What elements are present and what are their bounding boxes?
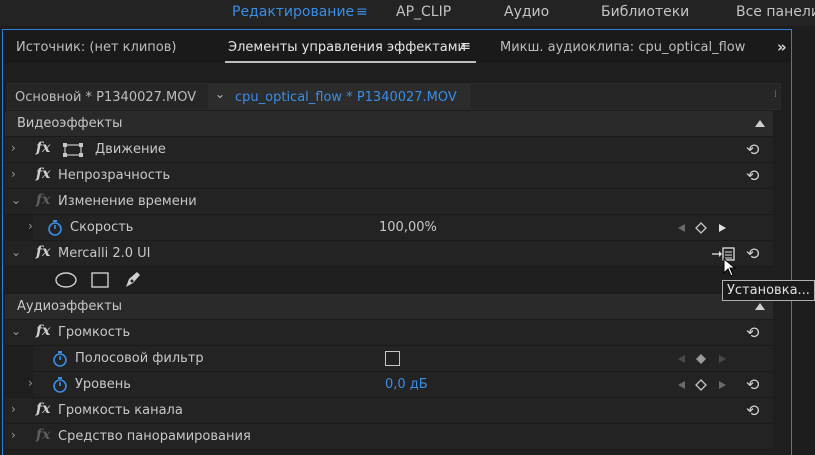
chevron-down-icon[interactable]: ⌄ — [11, 324, 21, 338]
time-remapping-label: Изменение времени — [58, 194, 197, 209]
grip-icon[interactable]: ⁞ — [774, 89, 777, 100]
transform-box-icon[interactable] — [63, 143, 85, 157]
active-tab-indicator — [225, 61, 476, 63]
audio-effects-header[interactable]: Аудиоэффекты — [5, 294, 773, 320]
speed-value[interactable]: 100,00% — [379, 220, 437, 235]
fx-icon[interactable]: fx — [36, 244, 50, 260]
hamburger-icon[interactable]: ≡ — [460, 39, 471, 54]
chevron-right-icon[interactable]: › — [28, 219, 33, 233]
speed-label: Скорость — [70, 220, 134, 235]
chevron-down-icon[interactable]: ⌄ — [215, 87, 225, 101]
fx-icon: fx — [36, 192, 51, 208]
property-row-speed[interactable]: › Скорость 100,00% — [28, 215, 773, 241]
chevron-right-icon[interactable]: › — [11, 141, 16, 155]
level-label: Уровень — [75, 377, 131, 392]
audio-effects-label: Аудиоэффекты — [17, 299, 123, 314]
tab-source[interactable]: Источник: (нет клипов) — [16, 40, 176, 55]
property-row-level[interactable]: › Уровень 0,0 дБ ⟲ — [28, 372, 773, 398]
next-keyframe-icon[interactable] — [715, 352, 729, 366]
volume-label: Громкость — [58, 325, 131, 340]
level-value[interactable]: 0,0 дБ — [385, 377, 428, 392]
chevron-right-icon[interactable]: › — [11, 402, 16, 416]
bypass-label: Полосовой фильтр — [75, 351, 204, 366]
tooltip: Установка... — [722, 280, 815, 301]
workspace-ap-clip[interactable]: AP_CLIP — [396, 4, 451, 20]
chevron-down-icon[interactable]: ⌄ — [11, 245, 21, 259]
fx-icon[interactable]: fx — [36, 140, 50, 156]
channel-volume-label: Громкость канала — [58, 403, 183, 418]
effect-row-time-remapping[interactable]: ⌄ fx Изменение времени — [5, 189, 773, 215]
motion-label: Движение — [95, 142, 166, 157]
workspace-all-panels[interactable]: Все панели — [736, 4, 815, 20]
reset-icon[interactable]: ⟲ — [746, 140, 759, 159]
property-row-bypass[interactable]: Полосовой фильтр — [33, 346, 773, 372]
fx-icon[interactable]: fx — [36, 323, 50, 339]
double-chevron-right-icon[interactable]: » — [777, 38, 787, 56]
reset-icon[interactable]: ⟲ — [746, 401, 759, 420]
collapse-up-icon[interactable] — [755, 120, 765, 127]
reset-icon[interactable]: ⟲ — [746, 166, 759, 185]
stopwatch-icon[interactable] — [47, 219, 63, 236]
chevron-right-icon[interactable]: › — [11, 428, 16, 442]
reset-icon[interactable]: ⟲ — [746, 244, 759, 263]
panel-tabs: Источник: (нет клипов) Элементы управлен… — [3, 30, 791, 63]
stopwatch-icon[interactable] — [52, 350, 68, 367]
tab-effect-controls[interactable]: Элементы управления эффектами — [228, 40, 466, 55]
effect-row-mercalli[interactable]: ⌄ fx Mercalli 2.0 UI ⟲ — [5, 241, 773, 267]
mouse-cursor-icon — [723, 258, 737, 277]
effect-row-channel-volume[interactable]: › fx Громкость канала ⟲ — [5, 398, 773, 424]
sequence-clip-selector[interactable]: cpu_optical_flow * P1340027.MOV — [235, 90, 457, 105]
effect-row-panner[interactable]: › fx Средство панорамирования — [5, 424, 773, 450]
tab-audio-clip-mixer[interactable]: Микш. аудиоклипа: cpu_optical_flow — [500, 40, 745, 55]
fx-icon[interactable]: fx — [36, 401, 50, 417]
chevron-down-icon[interactable]: ⌄ — [11, 193, 21, 207]
workspace-bar: Редактирование ≡ AP_CLIP Аудио Библиотек… — [0, 0, 815, 26]
prev-keyframe-icon[interactable] — [675, 352, 689, 366]
chevron-right-icon[interactable]: › — [28, 376, 33, 390]
effect-row-opacity[interactable]: › fx Непрозрачность ⟲ — [5, 163, 773, 189]
rectangle-mask-icon[interactable] — [90, 271, 110, 289]
fx-icon[interactable]: fx — [36, 166, 50, 182]
reset-icon[interactable]: ⟲ — [746, 375, 759, 394]
add-keyframe-icon[interactable] — [694, 221, 708, 235]
prev-keyframe-icon[interactable] — [675, 378, 689, 392]
opacity-label: Непрозрачность — [58, 168, 171, 183]
video-effects-label: Видеоэффекты — [17, 116, 123, 131]
stopwatch-icon[interactable] — [52, 376, 68, 393]
add-keyframe-icon[interactable] — [694, 378, 708, 392]
collapse-up-icon[interactable] — [755, 303, 765, 310]
mercalli-label: Mercalli 2.0 UI — [58, 246, 151, 261]
hamburger-icon[interactable]: ≡ — [356, 4, 368, 20]
next-keyframe-icon[interactable] — [715, 378, 729, 392]
fx-icon: fx — [36, 427, 51, 443]
ellipse-mask-icon[interactable] — [54, 272, 78, 288]
effect-row-volume[interactable]: ⌄ fx Громкость ⟲ — [5, 320, 773, 346]
bypass-checkbox[interactable] — [385, 351, 400, 366]
video-effects-header[interactable]: Видеоэффекты — [5, 111, 773, 137]
prev-keyframe-icon[interactable] — [675, 221, 689, 235]
pen-mask-icon[interactable] — [123, 270, 143, 290]
chevron-right-icon[interactable]: › — [11, 167, 16, 181]
mask-tools-row — [5, 267, 773, 293]
reset-icon[interactable]: ⟲ — [746, 323, 759, 342]
panner-label: Средство панорамирования — [58, 429, 251, 444]
workspace-editing[interactable]: Редактирование — [232, 4, 354, 20]
next-keyframe-icon[interactable] — [715, 221, 729, 235]
master-clip-selector[interactable]: Основной * P1340027.MOV — [15, 90, 196, 105]
effect-row-motion[interactable]: › fx Движение ⟲ — [5, 137, 773, 163]
add-keyframe-icon[interactable] — [694, 352, 708, 366]
source-selector-bar: Основной * P1340027.MOV ⌄ cpu_optical_fl… — [7, 83, 781, 110]
workspace-audio[interactable]: Аудио — [504, 4, 549, 20]
workspace-libraries[interactable]: Библиотеки — [601, 4, 689, 20]
